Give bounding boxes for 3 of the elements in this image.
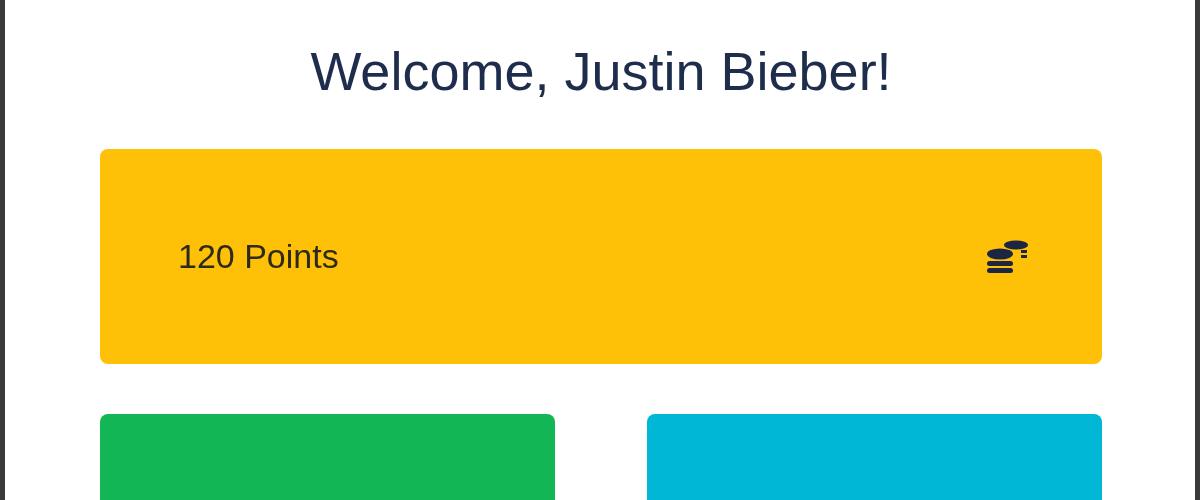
points-label: 120 Points	[178, 237, 339, 276]
welcome-heading: Welcome, Justin Bieber!	[309, 40, 893, 103]
coins-icon	[984, 238, 1030, 275]
